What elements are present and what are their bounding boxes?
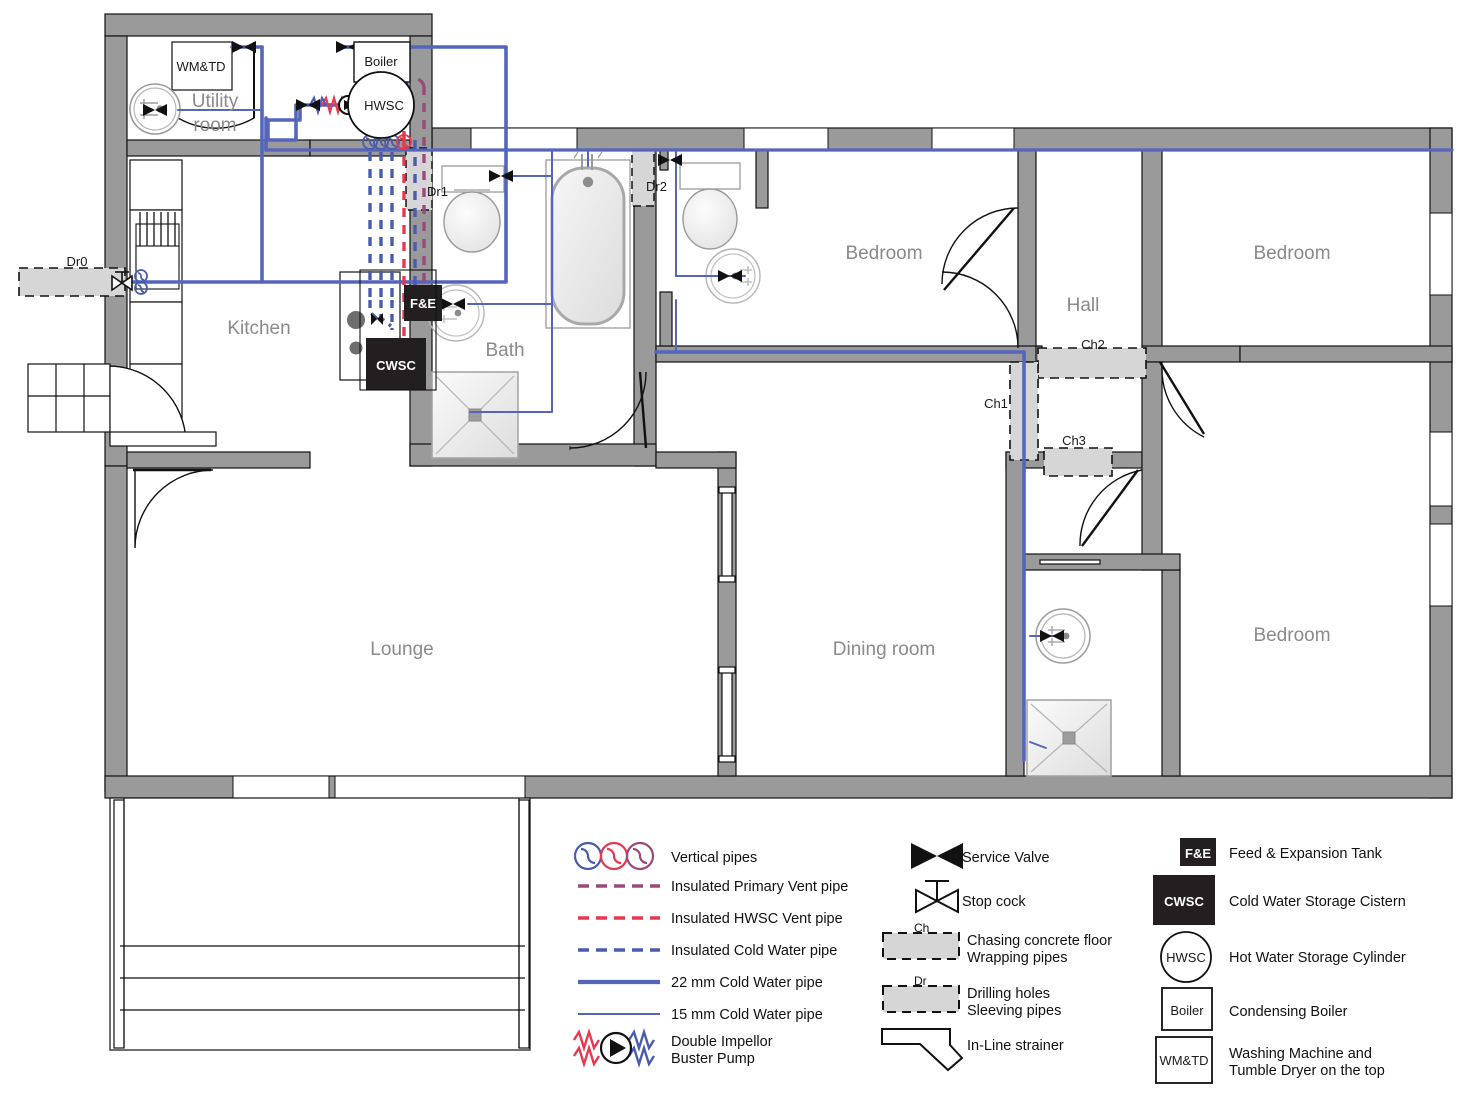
room-label-bedroom-top: Bedroom xyxy=(845,243,922,264)
legend-label-wmtd-2: Tumble Dryer on the top xyxy=(1229,1063,1385,1079)
room-label-utility-2: room xyxy=(193,115,236,136)
device-label-fe: F&E xyxy=(410,296,436,311)
room-label-bath: Bath xyxy=(485,340,524,361)
bottom-ensuite-partition xyxy=(1039,559,1101,565)
device-label-boiler: Boiler xyxy=(364,54,398,69)
legend-stop-cock-icon xyxy=(915,880,959,914)
legend-label-primary-vent: Insulated Primary Vent pipe xyxy=(671,879,848,895)
legend-label-vertical-pipes: Vertical pipes xyxy=(671,850,757,866)
legend-pump-icon xyxy=(572,1027,656,1069)
legend-inline-strainer-icon xyxy=(881,1028,964,1072)
legend-label-chasing-2: Wrapping pipes xyxy=(967,950,1068,966)
legend-label-cold-15: 15 mm Cold Water pipe xyxy=(671,1007,823,1023)
fixture-wc-ensuite xyxy=(679,162,741,250)
marker-label-dr0: Dr0 xyxy=(67,254,88,269)
fixture-shower-bottom xyxy=(1026,699,1112,777)
fixture-bathtub xyxy=(545,151,631,329)
legend-label-pump-2: Buster Pump xyxy=(671,1051,755,1067)
legend-label-wmtd-1: Washing Machine and xyxy=(1229,1046,1372,1062)
legend-fe-tag: F&E xyxy=(1185,846,1211,861)
legend-drilling-icon xyxy=(882,985,960,1013)
marker-label-ch1: Ch1 xyxy=(984,396,1008,411)
marker-label-dr2: Dr2 xyxy=(646,179,667,194)
legend-label-service-valve: Service Valve xyxy=(962,850,1050,866)
room-label-utility-1: Utility xyxy=(192,91,239,112)
patio-steps xyxy=(109,797,531,1051)
legend-label-drilling-2: Sleeving pipes xyxy=(967,1003,1061,1019)
legend-chasing-tag: Ch xyxy=(914,921,929,935)
marker-ch3 xyxy=(1043,447,1113,477)
fixture-shower-bath xyxy=(431,371,519,459)
legend-label-drilling-1: Drilling holes xyxy=(967,986,1050,1002)
marker-label-ch3: Ch3 xyxy=(1062,433,1086,448)
legend-hwsc-tag: HWSC xyxy=(1166,950,1206,965)
legend-chasing-icon xyxy=(882,932,960,960)
marker-label-dr1: Dr1 xyxy=(427,184,448,199)
legend-drilling-tag: Dr xyxy=(914,974,927,988)
marker-ch2 xyxy=(1037,347,1147,379)
marker-dr1 xyxy=(405,147,433,211)
legend-label-chasing-1: Chasing concrete floor xyxy=(967,933,1112,949)
device-label-cwsc: CWSC xyxy=(376,358,416,373)
legend-label-stop-cock: Stop cock xyxy=(962,894,1026,910)
legend-label-insulated-cold: Insulated Cold Water pipe xyxy=(671,943,837,959)
room-label-lounge: Lounge xyxy=(370,639,433,660)
legend-vertical-pipes-icon xyxy=(573,841,655,871)
legend-cwsc-tag: CWSC xyxy=(1164,894,1204,909)
room-label-kitchen: Kitchen xyxy=(227,318,290,339)
marker-dr2 xyxy=(631,149,655,207)
floor-plan-page: Utility room Kitchen Bath Lounge Dining … xyxy=(0,0,1467,1100)
legend-boiler-tag: Boiler xyxy=(1170,1003,1204,1018)
marker-dr0 xyxy=(18,267,126,297)
lounge-bay xyxy=(27,363,217,447)
room-label-bedroom-bottom: Bedroom xyxy=(1253,625,1330,646)
legend-label-pump-1: Double Impellor xyxy=(671,1034,773,1050)
room-label-bedroom-right: Bedroom xyxy=(1253,243,1330,264)
legend: Vertical pipes Insulated Primary Vent pi… xyxy=(572,838,1406,1084)
legend-wmtd-tag: WM&TD xyxy=(1159,1053,1208,1068)
legend-label-cwsc: Cold Water Storage Cistern xyxy=(1229,894,1406,910)
legend-label-inline-strainer: In-Line strainer xyxy=(967,1038,1064,1054)
legend-label-boiler: Condensing Boiler xyxy=(1229,1004,1348,1020)
device-label-wmtd: WM&TD xyxy=(176,59,225,74)
legend-label-cold-22: 22 mm Cold Water pipe xyxy=(671,975,823,991)
room-label-dining: Dining room xyxy=(833,639,935,660)
room-label-hall: Hall xyxy=(1067,295,1100,316)
device-label-hwsc: HWSC xyxy=(364,98,404,113)
legend-label-hwsc-vent: Insulated HWSC Vent pipe xyxy=(671,911,843,927)
fixture-kitchen-sink xyxy=(135,212,180,290)
legend-label-fe: Feed & Expansion Tank xyxy=(1229,846,1383,862)
legend-service-valve-icon xyxy=(911,843,963,869)
legend-label-hwsc: Hot Water Storage Cylinder xyxy=(1229,950,1406,966)
fixture-utility-basin xyxy=(129,83,181,135)
marker-label-ch2: Ch2 xyxy=(1081,337,1105,352)
